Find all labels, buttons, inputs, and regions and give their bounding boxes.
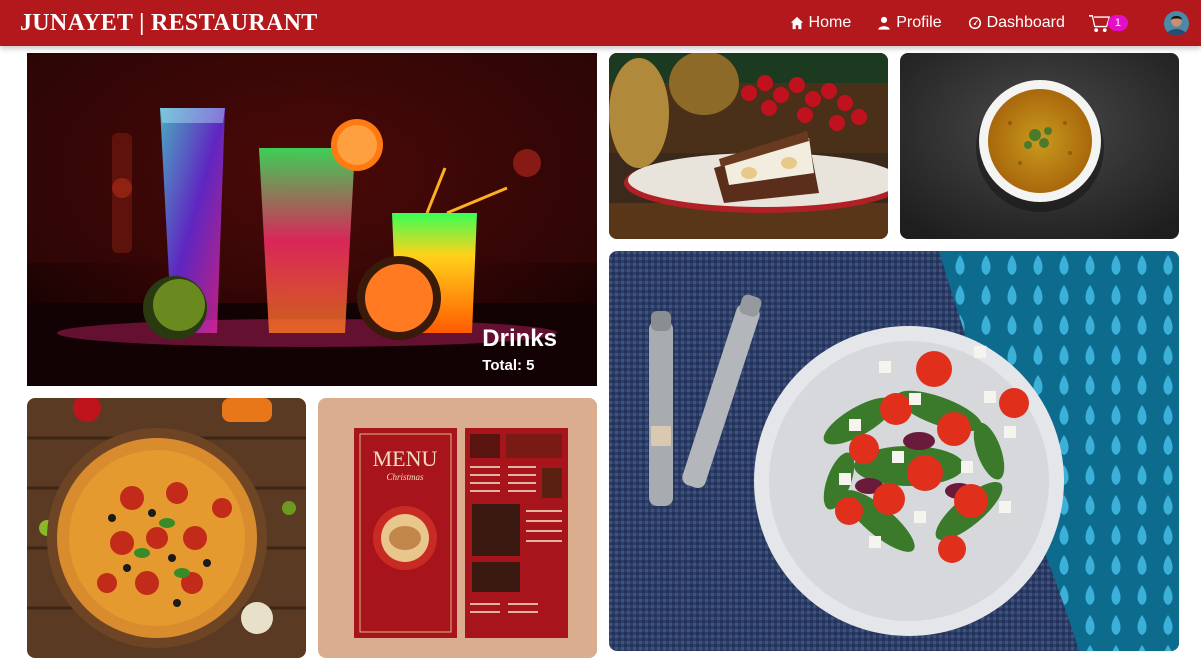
- top-navbar: JUNAYET | RESTAURANT Home Profile Dashbo…: [0, 0, 1201, 46]
- shopping-cart-icon: [1088, 14, 1110, 32]
- menu-image: MENU Christmas: [318, 398, 597, 658]
- nav-dashboard-label: Dashboard: [986, 14, 1065, 31]
- category-total: Total: 5: [482, 357, 535, 374]
- gallery-item-menu[interactable]: MENU Christmas: [318, 398, 597, 658]
- pizza-image: [27, 398, 306, 658]
- gallery-item-salad[interactable]: [609, 251, 1179, 651]
- brand-logo[interactable]: JUNAYET | RESTAURANT: [20, 10, 318, 37]
- gallery-item-pizza[interactable]: [27, 398, 306, 658]
- home-icon: [790, 16, 803, 30]
- gallery-item-drinks[interactable]: Drinks Total: 5: [27, 53, 597, 386]
- nav-profile-link[interactable]: Profile: [877, 14, 942, 32]
- nav-links: Home Profile Dashboard 1: [764, 0, 1189, 46]
- soup-image: [900, 53, 1179, 239]
- salad-image: [609, 251, 1179, 651]
- gallery-item-soup[interactable]: [900, 53, 1179, 239]
- nav-home-link[interactable]: Home: [790, 14, 852, 32]
- cart-button[interactable]: 1: [1088, 14, 1128, 33]
- nav-home-label: Home: [808, 14, 852, 31]
- cake-image: [609, 53, 888, 239]
- svg-text:Christmas: Christmas: [386, 472, 424, 482]
- featured-caption: Drinks Total: 5: [482, 325, 557, 374]
- nav-profile-label: Profile: [896, 14, 942, 31]
- user-icon: [878, 16, 890, 30]
- svg-text:MENU: MENU: [373, 446, 438, 471]
- category-title: Drinks: [482, 325, 557, 352]
- nav-dashboard-link[interactable]: Dashboard: [968, 14, 1065, 32]
- cart-count-badge: 1: [1107, 15, 1128, 31]
- dashboard-icon: [968, 16, 981, 30]
- gallery-item-cake[interactable]: [609, 53, 888, 239]
- user-avatar[interactable]: [1164, 10, 1189, 36]
